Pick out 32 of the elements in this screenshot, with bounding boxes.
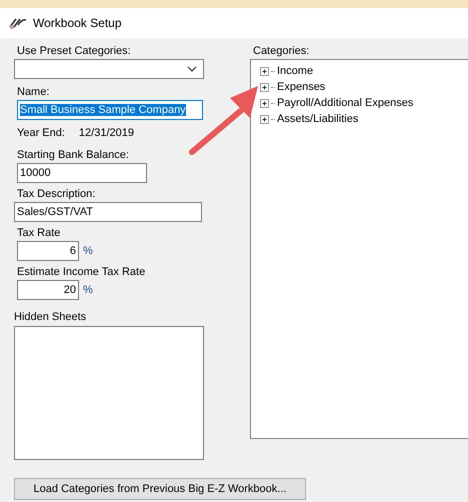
expand-icon[interactable] — [259, 98, 270, 108]
chevron-down-icon — [187, 66, 197, 72]
hidden-sheets-list[interactable] — [14, 326, 204, 460]
tree-item[interactable]: Payroll/Additional Expenses — [277, 97, 414, 109]
income-tax-rate-label: Estimate Income Tax Rate — [17, 265, 146, 279]
window-title: Workbook Setup — [33, 16, 122, 30]
preset-dropdown[interactable] — [14, 59, 204, 79]
tax-rate-field[interactable]: 6 — [17, 241, 79, 261]
percent-sign: % — [83, 245, 93, 257]
tax-description-field[interactable]: Sales/GST/VAT — [14, 202, 202, 222]
tree-item[interactable]: Expenses — [277, 81, 326, 93]
income-tax-rate-field[interactable]: 20 — [17, 280, 79, 300]
expand-icon[interactable] — [259, 82, 270, 92]
categories-label: Categories: — [253, 44, 310, 58]
expand-icon[interactable] — [259, 114, 270, 124]
pen-icon — [9, 17, 27, 29]
expand-icon[interactable] — [259, 66, 270, 76]
tax-rate-label: Tax Rate — [17, 226, 60, 240]
tree-item[interactable]: Assets/Liabilities — [277, 113, 358, 125]
year-end-value: 12/31/2019 — [78, 127, 134, 139]
name-field[interactable]: Small Business Sample Company — [17, 100, 203, 120]
hidden-sheets-label: Hidden Sheets — [14, 310, 86, 324]
tree-item[interactable]: Income — [277, 65, 314, 77]
name-label: Name: — [17, 85, 50, 99]
tax-description-label: Tax Description: — [17, 187, 96, 201]
bank-balance-label: Starting Bank Balance: — [17, 148, 129, 162]
preset-label: Use Preset Categories: — [17, 44, 131, 58]
bank-balance-field[interactable]: 10000 — [17, 163, 147, 183]
categories-tree[interactable]: Income Expenses Payroll/Additional Expenses Assets/Liabilities — [250, 59, 468, 439]
load-categories-button[interactable]: Load Categories from Previous Big E-Z Workbook... — [14, 478, 306, 500]
year-end-label: Year End: — [17, 127, 65, 139]
percent-sign: % — [83, 284, 93, 296]
